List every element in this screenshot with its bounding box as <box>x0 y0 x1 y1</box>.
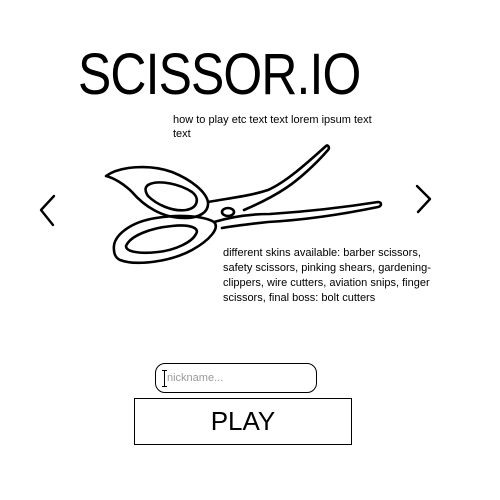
next-skin-button[interactable] <box>408 180 438 222</box>
play-button[interactable]: PLAY <box>134 398 352 445</box>
chevron-right-icon <box>415 184 432 214</box>
chevron-left-icon <box>39 194 56 227</box>
skins-description: different skins available: barber scisso… <box>223 247 431 304</box>
game-title: SCISSOR.IO <box>78 42 361 107</box>
how-to-play-text: how to play etc text text lorem ipsum te… <box>173 114 372 140</box>
nickname-input[interactable] <box>164 368 309 388</box>
nickname-field[interactable] <box>155 363 317 393</box>
previous-skin-button[interactable] <box>34 190 64 232</box>
